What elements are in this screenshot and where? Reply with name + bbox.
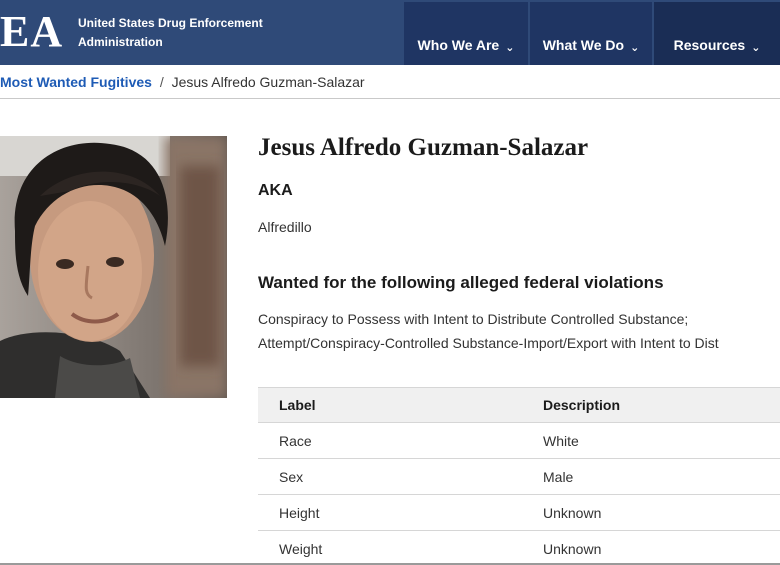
nav-who-we-are-label: Who We Are bbox=[417, 37, 500, 53]
table-cell-description: Unknown bbox=[543, 540, 602, 557]
table-header-row: Label Description bbox=[258, 387, 780, 423]
column-header-description: Description bbox=[543, 397, 621, 413]
fugitive-photo bbox=[0, 136, 227, 398]
breadcrumb-current: Jesus Alfredo Guzman-Salazar bbox=[171, 74, 365, 90]
aka-heading: AKA bbox=[258, 182, 293, 199]
table-cell-description: Unknown bbox=[543, 504, 602, 521]
table-cell-label: Race bbox=[279, 432, 312, 449]
violation-text: Attempt/Conspiracy-Controlled Substance-… bbox=[258, 335, 719, 351]
nav-what-we-do-label: What We Do bbox=[542, 37, 625, 53]
agency-name-line2: Administration bbox=[78, 35, 163, 49]
nav-resources[interactable]: Resources ⌄ bbox=[654, 2, 780, 65]
chevron-down-icon: ⌄ bbox=[630, 42, 640, 54]
agency-name-line1: United States Drug Enforcement bbox=[78, 16, 263, 30]
breadcrumb-divider bbox=[0, 98, 780, 99]
violations-heading: Wanted for the following alleged federal… bbox=[258, 273, 664, 292]
chevron-down-icon: ⌄ bbox=[505, 42, 515, 54]
breadcrumb: Most Wanted Fugitives / Jesus Alfredo Gu… bbox=[0, 74, 365, 90]
site-header: EA United States Drug Enforcement Admini… bbox=[0, 0, 780, 65]
breadcrumb-separator: / bbox=[159, 74, 164, 90]
violation-text: Conspiracy to Possess with Intent to Dis… bbox=[258, 311, 689, 327]
fugitive-name: Jesus Alfredo Guzman-Salazar bbox=[258, 134, 589, 161]
nav-what-we-do[interactable]: What We Do ⌄ bbox=[530, 2, 652, 65]
table-cell-label: Weight bbox=[279, 540, 323, 557]
table-cell-label: Sex bbox=[279, 468, 304, 485]
nav-resources-label: Resources bbox=[673, 37, 746, 53]
table-row: Height Unknown bbox=[258, 495, 780, 531]
column-header-label: Label bbox=[279, 397, 316, 413]
aka-value: Alfredillo bbox=[258, 219, 312, 235]
table-cell-label: Height bbox=[279, 504, 320, 521]
breadcrumb-most-wanted-link[interactable]: Most Wanted Fugitives bbox=[0, 74, 152, 90]
agency-name[interactable]: United States Drug Enforcement Administr… bbox=[78, 14, 263, 52]
fugitive-details-table: Label Description Race White Sex Male He… bbox=[258, 387, 780, 565]
table-row: Weight Unknown bbox=[258, 531, 780, 565]
dea-logo[interactable]: EA bbox=[0, 8, 63, 56]
table-row: Race White bbox=[258, 423, 780, 459]
chevron-down-icon: ⌄ bbox=[751, 42, 761, 54]
nav-who-we-are[interactable]: Who We Are ⌄ bbox=[404, 2, 528, 65]
table-cell-description: Male bbox=[543, 468, 574, 485]
table-row: Sex Male bbox=[258, 459, 780, 495]
table-cell-description: White bbox=[543, 432, 579, 449]
